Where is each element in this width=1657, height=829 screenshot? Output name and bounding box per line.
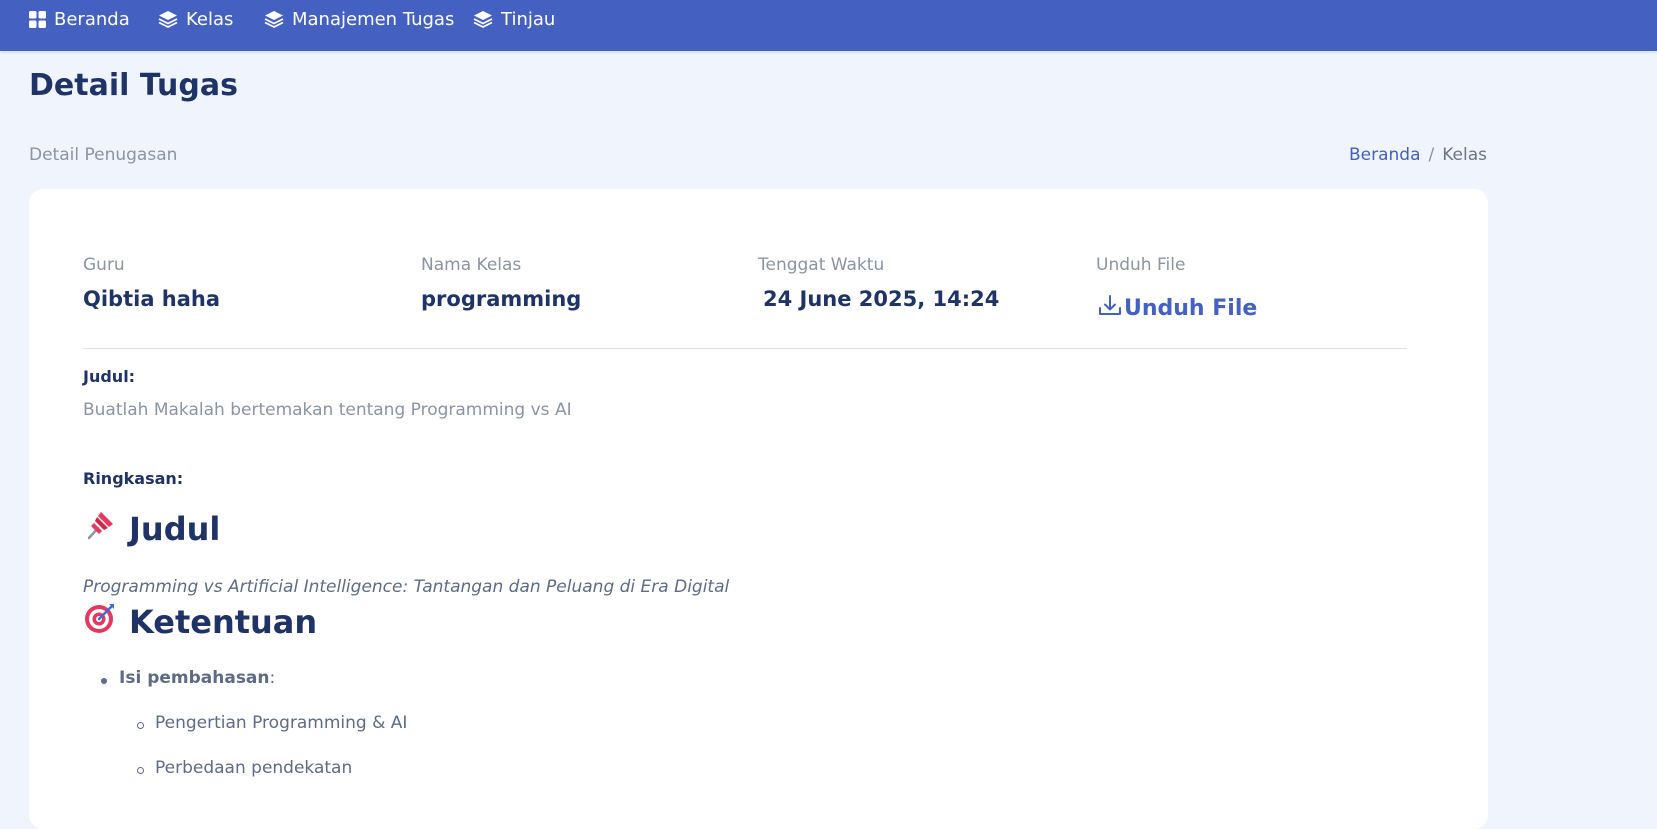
divider: [83, 348, 1407, 349]
teacher-label: Guru: [83, 255, 125, 275]
breadcrumb-separator: /: [1428, 145, 1435, 165]
list-item-bold: Isi pembahasan: [119, 668, 270, 688]
list-item: Isi pembahasan:: [119, 668, 275, 688]
deadline-label: Tenggat Waktu: [758, 255, 885, 275]
breadcrumb-current: Kelas: [1442, 145, 1487, 165]
list-subitem: Pengertian Programming & AI: [155, 713, 408, 733]
layers-icon: [473, 10, 493, 28]
page-subtitle: Detail Penugasan: [29, 145, 178, 165]
nav-item-label: Kelas: [186, 8, 234, 30]
teacher-value: Qibtia haha: [83, 287, 221, 311]
assignment-detail-card: Guru Qibtia haha Nama Kelas programming …: [29, 189, 1488, 829]
layers-icon: [158, 10, 178, 28]
pushpin-icon: [83, 508, 117, 550]
assignment-title-value: Buatlah Makalah bertemakan tentang Progr…: [83, 400, 572, 420]
nav-item-label: Beranda: [54, 8, 130, 30]
download-file-link-label: Unduh File: [1124, 295, 1258, 321]
summary-label: Ringkasan:: [83, 469, 184, 488]
breadcrumb: Beranda / Kelas: [1349, 145, 1487, 165]
download-file-link[interactable]: Unduh File: [1098, 293, 1257, 323]
class-name-label: Nama Kelas: [421, 255, 522, 275]
target-icon: [83, 601, 117, 643]
nav-item-manajemen-tugas[interactable]: Manajemen Tugas: [264, 6, 454, 32]
bullet-circle: [137, 722, 144, 729]
assignment-title-label: Judul:: [83, 367, 136, 386]
breadcrumb-home-link[interactable]: Beranda: [1349, 145, 1421, 165]
download-icon: [1098, 293, 1122, 323]
bullet-disc: [101, 678, 107, 684]
download-file-label: Unduh File: [1096, 255, 1186, 275]
nav-item-kelas[interactable]: Kelas: [158, 6, 233, 32]
nav-item-label: Tinjau: [501, 8, 556, 30]
nav-item-tinjau[interactable]: Tinjau: [473, 6, 555, 32]
top-navbar: Beranda Kelas Manajemen Tugas Tinjau: [0, 0, 1657, 51]
list-item-suffix: :: [269, 668, 276, 688]
deadline-value: 24 June 2025, 14:24: [763, 287, 1000, 311]
summary-heading-text: Ketentuan: [129, 603, 318, 641]
summary-heading-text: Judul: [129, 510, 221, 548]
nav-item-label: Manajemen Tugas: [292, 8, 455, 30]
layers-icon: [264, 10, 284, 28]
nav-item-beranda[interactable]: Beranda: [29, 6, 130, 32]
summary-heading-judul: Judul: [83, 508, 220, 550]
summary-heading-ketentuan: Ketentuan: [83, 601, 317, 643]
class-name-value: programming: [421, 287, 582, 311]
page-title: Detail Tugas: [29, 68, 238, 103]
list-subitem: Perbedaan pendekatan: [155, 758, 353, 778]
grid-icon: [29, 10, 46, 28]
summary-subtitle: Programming vs Artificial Intelligence: …: [83, 577, 730, 597]
bullet-circle: [137, 767, 144, 774]
